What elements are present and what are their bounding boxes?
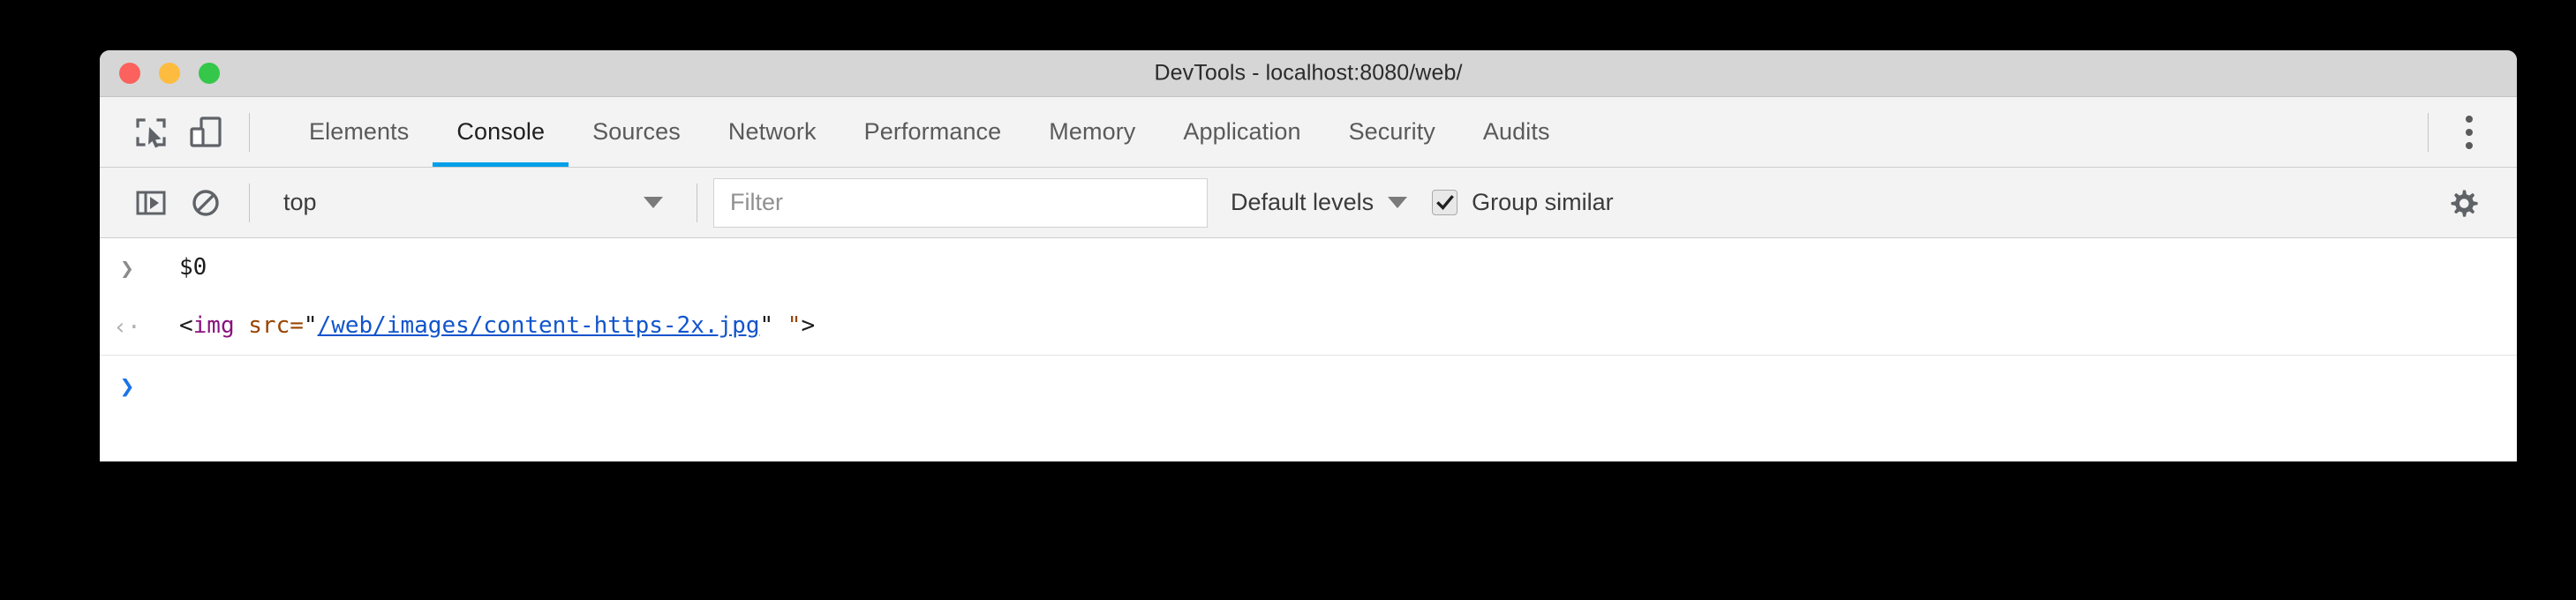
tab-label: Application [1183,118,1301,145]
clear-console-icon[interactable] [178,176,233,230]
tab-console[interactable]: Console [433,97,569,167]
console-input-gutter: ❯ [100,252,154,284]
log-levels-label: Default levels [1231,189,1375,215]
tab-application[interactable]: Application [1159,97,1324,167]
device-toolbar-icon[interactable] [178,105,233,160]
filter-input[interactable]: Filter [713,177,1208,228]
console-input-row[interactable]: ❯ $0 [100,238,2517,296]
tab-security[interactable]: Security [1325,97,1459,167]
tab-label: Sources [592,118,681,145]
tab-label: Memory [1049,118,1136,145]
screen-root: DevTools - localhost:8080/web/ Elements … [0,0,2576,600]
tab-list: Elements Console Sources Network Perform… [285,97,1574,167]
console-result-text: <img src="/web/images/content-https-2x.j… [154,311,815,341]
devtools-tabbar: Elements Console Sources Network Perform… [100,97,2517,168]
devtools-window: DevTools - localhost:8080/web/ Elements … [100,50,2517,461]
log-levels-selector[interactable]: Default levels [1231,189,1408,216]
group-similar-label: Group similar [1472,189,1614,215]
console-toolbar-right-group [2436,176,2517,230]
tab-performance[interactable]: Performance [840,97,1026,167]
result-arrow-icon: ‹· [113,314,141,341]
token-equals: = [290,312,304,339]
execution-context-value: top [283,189,317,215]
token-close-bracket: > [801,312,816,339]
console-result-gutter: ‹· [100,311,154,342]
window-title: DevTools - localhost:8080/web/ [1154,60,1463,86]
tab-audits[interactable]: Audits [1459,97,1574,167]
inspect-element-icon[interactable] [124,105,178,160]
gear-icon[interactable] [2436,176,2490,230]
tab-label: Security [1348,118,1435,145]
toolbar-divider [249,112,250,152]
tab-elements[interactable]: Elements [285,97,433,167]
console-toolbar: top Filter Default levels Group similar [100,168,2517,238]
group-similar-checkbox[interactable] [1432,190,1458,215]
tab-label: Elements [309,118,410,145]
group-similar-toggle[interactable]: Group similar [1432,189,1614,216]
token-tag-name: img [192,312,235,339]
console-result-row[interactable]: ‹· <img src="/web/images/content-https-2… [100,296,2517,356]
token-quote-close: " [759,312,774,339]
checkmark-icon [1435,194,1454,210]
more-options-icon[interactable] [2444,105,2494,160]
tab-label: Audits [1482,118,1550,145]
token-open-bracket: < [179,312,193,339]
console-input-text: $0 [179,254,207,281]
token-attr-name: src [248,312,290,339]
tab-label: Network [727,118,817,145]
chevron-down-icon [644,197,663,208]
input-chevron-icon: ❯ [120,256,134,282]
console-prompt-row[interactable]: ❯ [100,356,2517,414]
prompt-chevron-icon: ❯ [119,371,135,401]
console-output: ❯ $0 ‹· <img src="/web/images/content-ht… [100,238,2517,461]
tab-memory[interactable]: Memory [1025,97,1159,167]
console-toolbar-divider-1 [249,183,250,222]
tab-label: Console [456,118,546,145]
tabbar-right-group [2412,105,2517,160]
tab-network[interactable]: Network [704,97,840,167]
token-quote-open: " [303,312,318,339]
tab-sources[interactable]: Sources [569,97,704,167]
filter-placeholder: Filter [730,189,783,215]
console-sidebar-icon[interactable] [124,176,178,230]
console-prompt-gutter: ❯ [100,370,154,401]
token-trailing: " [773,312,802,339]
window-titlebar: DevTools - localhost:8080/web/ [100,50,2517,97]
token-url-link[interactable]: /web/images/content-https-2x.jpg [318,312,760,339]
tabbar-right-divider [2428,112,2429,152]
tab-label: Performance [863,118,1002,145]
execution-context-selector[interactable]: top [266,178,681,228]
chevron-down-icon [1388,197,1408,208]
